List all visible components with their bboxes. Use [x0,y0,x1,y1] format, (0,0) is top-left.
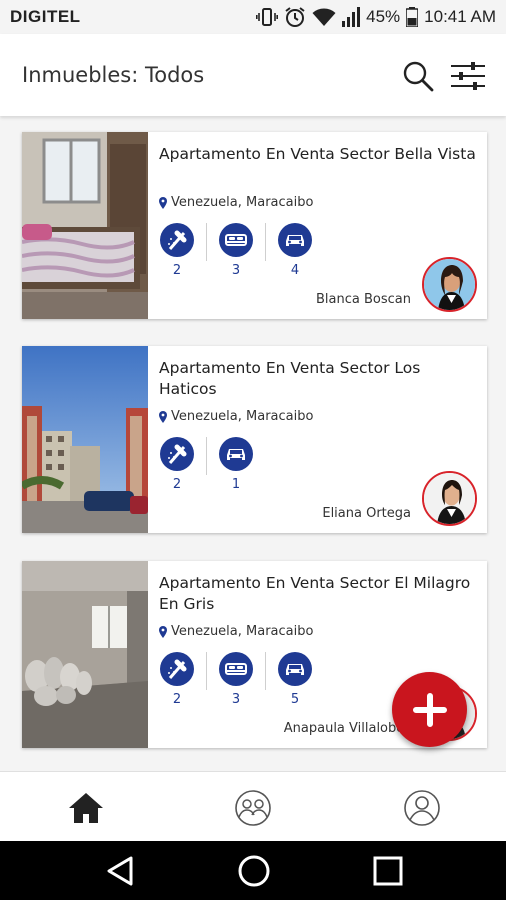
avatar[interactable] [422,257,477,312]
carrier-name: DIGITEL [10,7,81,26]
listing-card[interactable]: Apartamento En Venta Sector Bella Vista … [22,132,487,319]
clock-time: 10:41 AM [424,7,496,26]
parking-count: 4 [290,263,300,278]
system-navigation-bar [0,841,506,900]
feature-divider [206,437,207,475]
add-listing-button[interactable] [392,672,467,747]
bathroom-count: 2 [172,263,182,278]
system-recent-button[interactable] [370,853,406,889]
feature-list: 2 3 5 [159,652,313,707]
feature-parking: 1 [218,437,254,492]
agents-icon [235,790,271,826]
profile-icon [404,790,440,826]
nav-profile[interactable] [402,788,442,828]
feature-bathrooms: 2 [159,437,195,492]
feature-list: 2 1 [159,437,254,492]
listing-title[interactable]: Apartamento En Venta Sector El Milagro E… [159,573,477,615]
avatar[interactable] [422,471,477,526]
location-text: Venezuela, Maracaibo [171,195,314,210]
location-text: Venezuela, Maracaibo [171,624,314,639]
listing-title[interactable]: Apartamento En Venta Sector Los Haticos [159,358,477,400]
listing-location: Venezuela, Maracaibo [159,624,313,639]
parking-count: 5 [290,692,300,707]
listing-title[interactable]: Apartamento En Venta Sector Bella Vista [159,144,477,165]
plus-icon [412,692,447,727]
location-pin-icon [159,410,167,423]
search-icon [403,61,434,92]
location-pin-icon [159,196,167,209]
nav-home[interactable] [66,788,106,828]
recent-apps-icon [373,856,403,886]
feature-divider [265,223,266,261]
parking-count: 1 [231,477,241,492]
car-icon [278,223,312,257]
bathroom-count: 2 [172,477,182,492]
listing-location: Venezuela, Maracaibo [159,195,313,210]
bathroom-shower-icon [160,437,194,471]
location-pin-icon [159,625,167,638]
feature-bedrooms: 3 [218,652,254,707]
feature-divider [206,223,207,261]
back-icon [107,856,133,886]
bedroom-count: 3 [231,692,241,707]
unfinished-interior-photo [22,561,148,748]
wifi-icon [312,7,336,27]
agent-name[interactable]: Anapaula Villalobos [284,721,411,736]
bathroom-shower-icon [160,223,194,257]
feature-divider [206,652,207,690]
feature-divider [265,652,266,690]
status-icons: 45% 10:41 AM [256,6,496,28]
car-icon [278,652,312,686]
filter-sliders-icon [451,62,485,90]
filter-button[interactable] [448,56,488,96]
listing-card[interactable]: Apartamento En Venta Sector Los Haticos … [22,346,487,533]
bedroom-count: 3 [231,263,241,278]
car-icon [219,437,253,471]
page-title: Inmuebles: Todos [22,63,205,87]
app-header: Inmuebles: Todos [0,34,506,116]
vibrate-icon [256,7,279,27]
battery-percent: 45% [366,7,401,26]
home-icon [69,793,103,823]
bed-icon [219,652,253,686]
feature-parking: 4 [277,223,313,278]
agent-name[interactable]: Eliana Ortega [322,506,411,521]
home-circle-icon [238,855,270,887]
building-exterior-photo [22,346,148,533]
feature-list: 2 3 4 [159,223,313,278]
feature-bathrooms: 2 [159,652,195,707]
search-button[interactable] [398,56,438,96]
feature-parking: 5 [277,652,313,707]
agent-name[interactable]: Blanca Boscan [316,292,411,307]
feature-bathrooms: 2 [159,223,195,278]
system-home-button[interactable] [236,853,272,889]
feature-bedrooms: 3 [218,223,254,278]
alarm-icon [284,6,306,28]
listing-location: Venezuela, Maracaibo [159,409,313,424]
bathroom-count: 2 [172,692,182,707]
bedroom-photo [22,132,148,319]
location-text: Venezuela, Maracaibo [171,409,314,424]
status-bar: DIGITEL 45% 10:41 AM [0,0,506,34]
battery-icon [406,7,419,27]
bottom-navigation [0,771,506,841]
nav-agents[interactable] [233,788,273,828]
signal-icon [342,7,361,27]
bed-icon [219,223,253,257]
bathroom-shower-icon [160,652,194,686]
system-back-button[interactable] [102,853,138,889]
